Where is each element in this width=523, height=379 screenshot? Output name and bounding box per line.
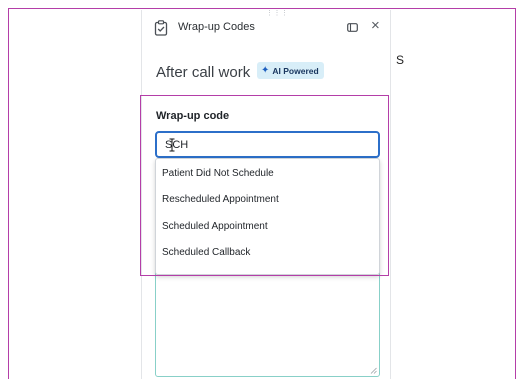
edge-glyph: S (396, 53, 405, 67)
sparkle-icon: ✦ (261, 64, 270, 76)
ai-badge-label: AI Powered (272, 65, 319, 76)
text-cursor-icon (169, 138, 175, 152)
dropdown-option[interactable]: Patient Did Not Schedule (162, 168, 274, 179)
dropdown-option[interactable]: Rescheduled Appointment (162, 194, 279, 205)
section-title: After call work (156, 64, 251, 81)
panel-title: Wrap-up Codes (178, 21, 255, 33)
ai-powered-badge: ✦ AI Powered (257, 62, 324, 79)
resize-handle-icon[interactable] (370, 367, 377, 374)
wrap-up-code-input[interactable] (155, 131, 380, 158)
wrap-up-panel: ⋮⋮⋮ Wrap-up Codes × After call work ✦ AI… (141, 10, 391, 379)
panel-header: Wrap-up Codes × (142, 10, 392, 44)
dropdown-option[interactable]: Scheduled Callback (162, 247, 250, 258)
clipboard-icon (154, 20, 168, 36)
wrap-up-code-label: Wrap-up code (156, 110, 230, 122)
close-icon[interactable]: × (371, 18, 380, 33)
collapse-panel-icon[interactable] (347, 23, 358, 32)
wrap-up-code-dropdown: Patient Did Not Schedule Rescheduled App… (155, 158, 380, 275)
dropdown-option[interactable]: Scheduled Appointment (162, 221, 268, 232)
